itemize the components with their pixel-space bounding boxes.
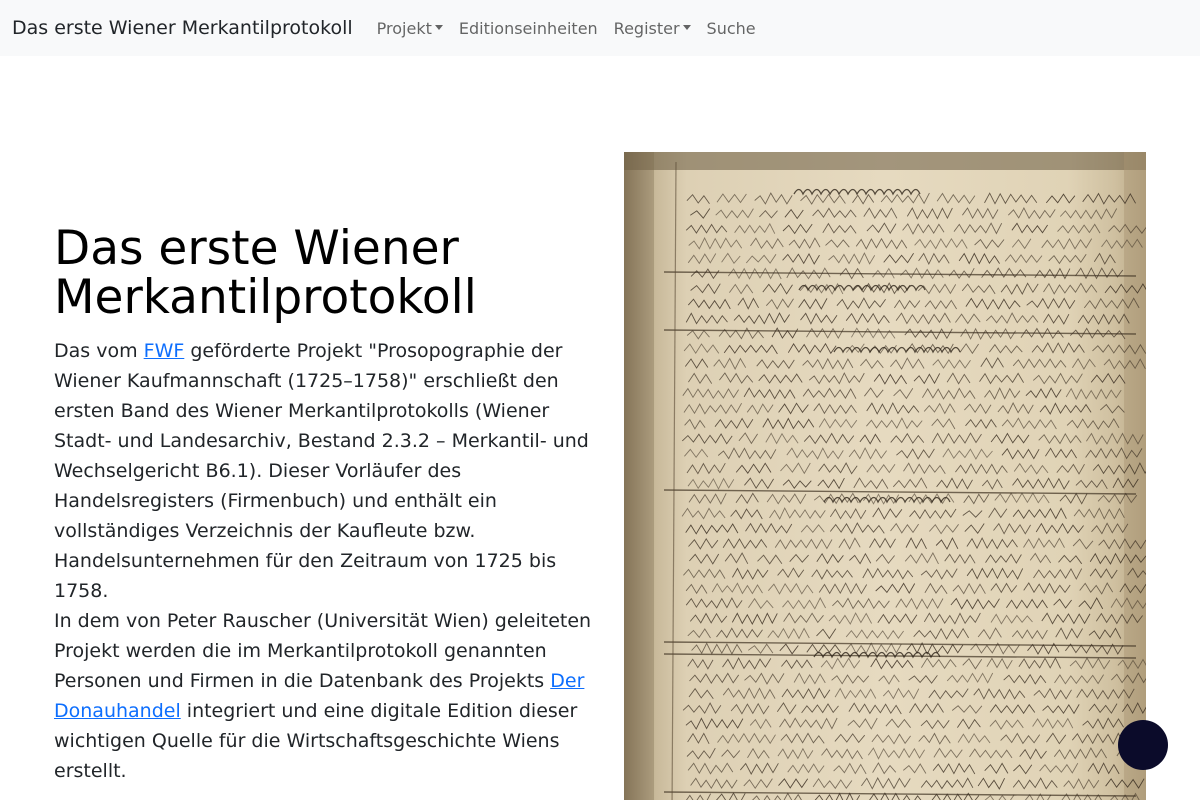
nav-register-label: Register	[613, 18, 680, 38]
nav-editionseinheiten-label: Editionseinheiten	[458, 18, 598, 38]
fwf-link[interactable]: FWF	[144, 340, 185, 362]
intro-text-part: geförderte Projekt "Prosopographie der W…	[54, 340, 589, 602]
nav-projekt-dropdown[interactable]: Projekt	[377, 19, 443, 38]
navbar-brand[interactable]: Das erste Wiener Merkantilprotokoll	[12, 17, 353, 39]
nav-suche[interactable]: Suche	[707, 19, 756, 38]
caret-down-icon	[434, 24, 443, 30]
manuscript-drawing	[624, 152, 1146, 800]
intro-text: Das vom FWF geförderte Projekt "Prosopog…	[54, 336, 594, 786]
nav-register-dropdown[interactable]: Register	[614, 19, 691, 38]
page-title: Das erste Wiener Merkantilprotokoll	[54, 221, 477, 325]
intro-text-part: In dem von Peter Rauscher (Universität W…	[54, 610, 592, 692]
intro-text-part: Das vom	[54, 340, 144, 362]
manuscript-image	[624, 152, 1146, 800]
nav-editionseinheiten[interactable]: Editionseinheiten	[459, 19, 598, 38]
top-navbar: Das erste Wiener Merkantilprotokoll Proj…	[0, 0, 1200, 56]
nav-suche-label: Suche	[706, 18, 756, 38]
caret-down-icon	[682, 24, 691, 30]
floating-action-button[interactable]	[1118, 720, 1168, 770]
nav-projekt-label: Projekt	[376, 18, 432, 38]
